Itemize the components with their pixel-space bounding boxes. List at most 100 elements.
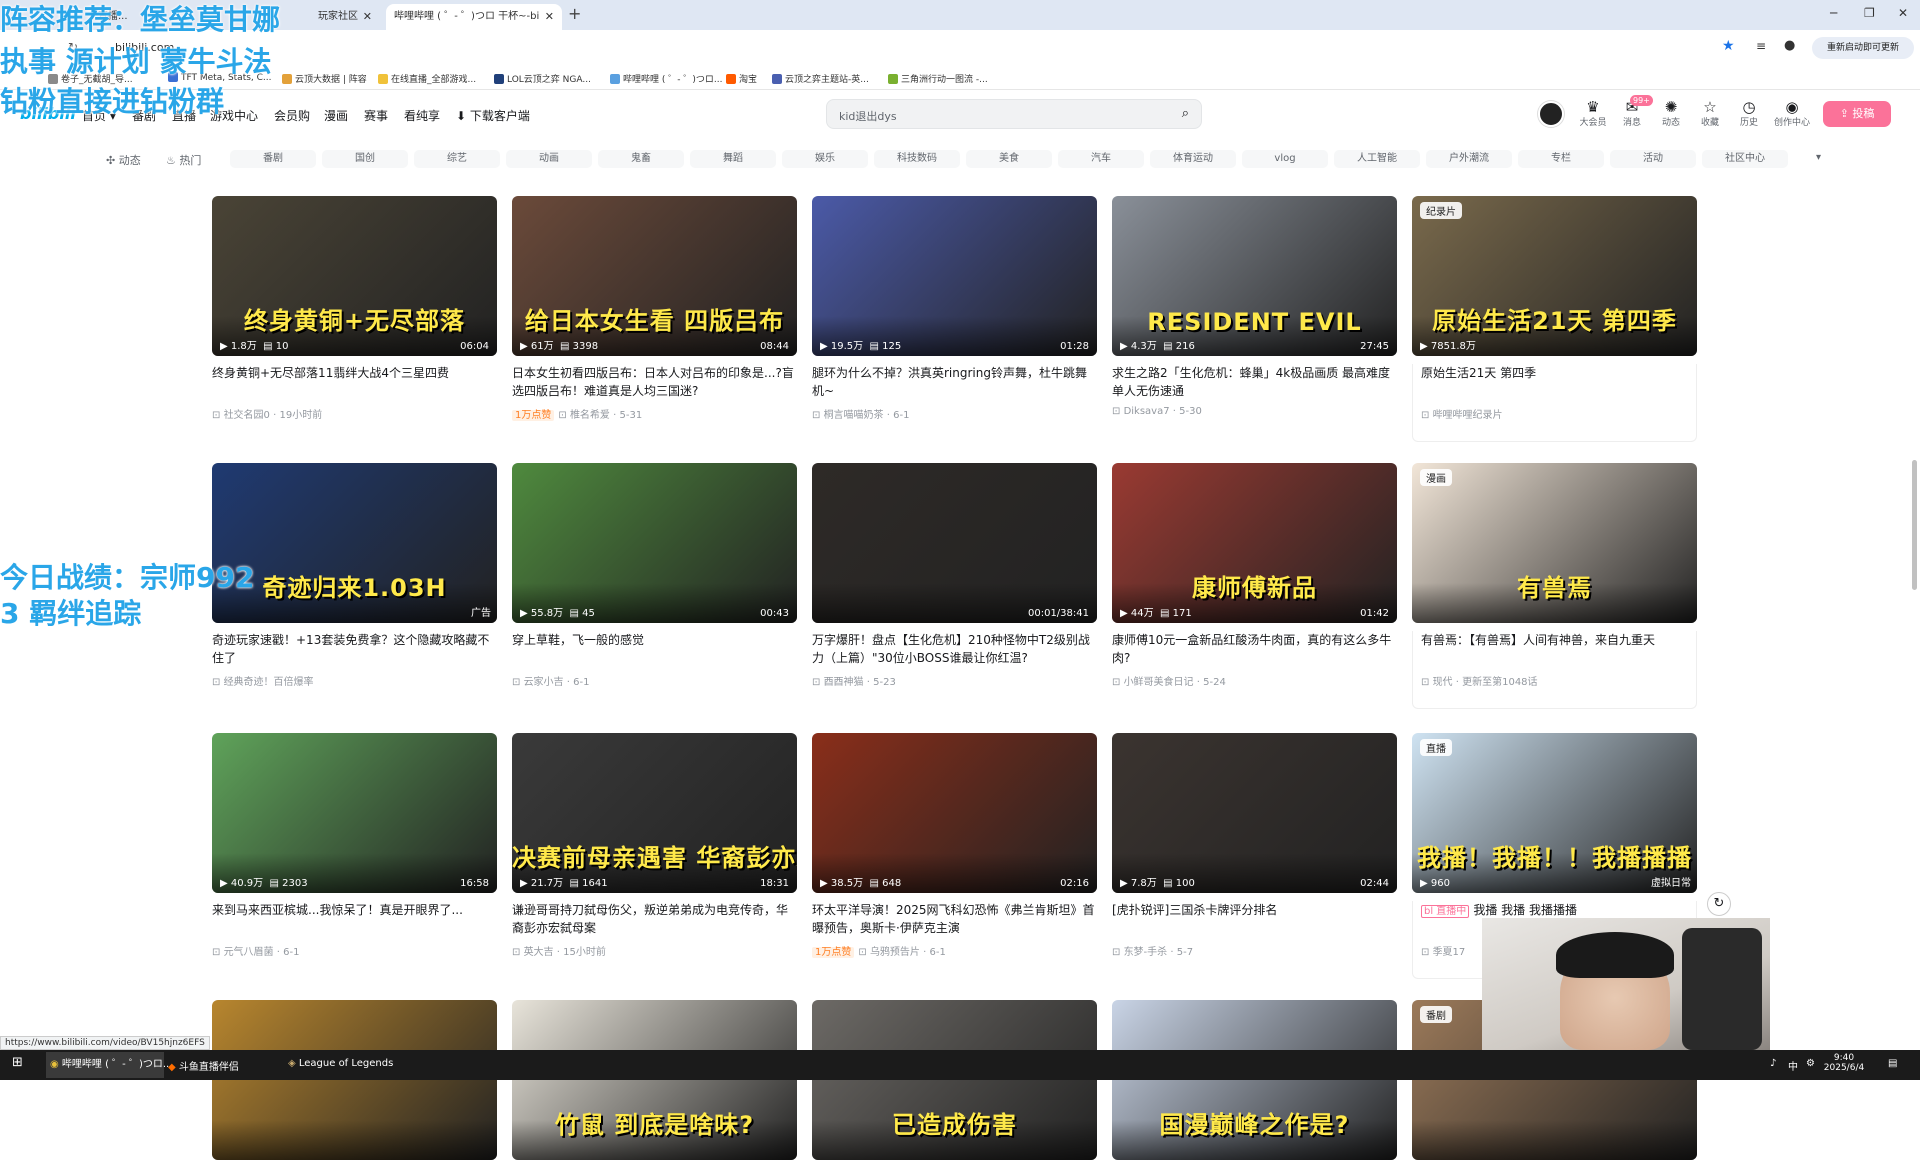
notification-icon[interactable]: ▤ xyxy=(1888,1058,1897,1069)
channel-item[interactable]: 活动 xyxy=(1610,150,1696,168)
author-name[interactable]: 元气八眉菌 xyxy=(224,947,274,958)
nav-esports[interactable]: 赛事 xyxy=(364,107,388,124)
author-name[interactable]: 云家小吉 xyxy=(524,677,564,688)
search-input[interactable]: kid退出dys ⌕ xyxy=(826,99,1202,129)
channel-item[interactable]: 番剧 xyxy=(230,150,316,168)
video-card[interactable]: 竹鼠 到底是啥味? xyxy=(512,1000,797,1160)
video-card[interactable]: ▶ 38.5万 ▤ 648 02:16 环太平洋导演！2025网飞科幻恐怖《弗兰肯斯… xyxy=(812,733,1097,958)
close-icon[interactable]: ✕ xyxy=(363,4,372,30)
video-thumbnail[interactable]: ▶ 19.5万 ▤ 125 01:28 xyxy=(812,196,1097,356)
update-button[interactable]: 重新启动即可更新 xyxy=(1812,37,1914,59)
channel-item[interactable]: 人工智能 xyxy=(1334,150,1420,168)
author-name[interactable]: 东梦-手杀 xyxy=(1124,947,1168,958)
author-name[interactable]: 酉酉神猫 xyxy=(824,677,864,688)
minimize-icon[interactable]: ─ xyxy=(1830,6,1837,20)
nav-manga[interactable]: 漫画 xyxy=(324,107,348,124)
bookmark-item[interactable]: 三角洲行动一图流 -... xyxy=(888,72,988,85)
tray-icon[interactable]: ⚙ xyxy=(1806,1058,1815,1069)
video-card[interactable]: 终身黄铜+无尽部落 ▶ 1.8万 ▤ 10 06:04 终身黄铜+无尽部落11翡绊大战… xyxy=(212,196,497,421)
taskbar-item-lol[interactable]: ◈ League of Legends xyxy=(288,1058,393,1069)
video-title[interactable]: 原始生活21天 第四季 xyxy=(1421,364,1688,400)
video-title[interactable]: 康师傅10元一盒新品红酸汤牛肉面，真的有这么多牛肉? xyxy=(1112,631,1397,667)
video-thumbnail[interactable]: ▶ 55.8万 ▤ 45 00:43 xyxy=(512,463,797,623)
channel-item[interactable]: 美食 xyxy=(966,150,1052,168)
avatar[interactable] xyxy=(1538,101,1564,127)
profile-icon[interactable]: ● xyxy=(1784,38,1795,53)
video-title[interactable]: 来到马来西亚槟城...我惊呆了！真是开眼界了... xyxy=(212,901,497,937)
close-icon[interactable]: ✕ xyxy=(545,4,554,30)
video-title[interactable]: 环太平洋导演！2025网飞科幻恐怖《弗兰肯斯坦》首曝预告，奥斯卡·伊萨克主演 xyxy=(812,901,1097,937)
nav-pure[interactable]: 看纯享 xyxy=(404,107,440,124)
video-title[interactable]: 奇迹玩家速戳！+13套装免费拿？这个隐藏攻略藏不住了 xyxy=(212,631,497,667)
channel-item[interactable]: 鬼畜 xyxy=(598,150,684,168)
author-name[interactable]: 经典奇迹！百倍爆率 xyxy=(224,677,314,688)
channel-hot[interactable]: ♨ 热门 xyxy=(166,152,201,168)
video-thumbnail[interactable]: 康师傅新品 ▶ 44万 ▤ 171 01:42 xyxy=(1112,463,1397,623)
video-thumbnail[interactable]: 竹鼠 到底是啥味? xyxy=(512,1000,797,1160)
bookmark-item[interactable]: 云顶大数据 | 阵容 xyxy=(282,72,367,85)
restore-icon[interactable]: ❐ xyxy=(1864,6,1875,20)
channel-item[interactable]: 国创 xyxy=(322,150,408,168)
video-card[interactable]: ▶ 7.8万 ▤ 100 02:44 [虎扑锐评]三国杀卡牌评分排名 ⊡ 东梦-手杀 … xyxy=(1112,733,1397,958)
video-thumbnail[interactable]: 有兽焉 漫画 xyxy=(1412,463,1697,623)
bookmark-item[interactable]: 在线直播_全部游戏... xyxy=(378,72,476,85)
channel-item[interactable]: 社区中心 xyxy=(1702,150,1788,168)
video-thumbnail[interactable]: 奇迹归来1.03H 广告 xyxy=(212,463,497,623)
author-name[interactable]: 椎名希爱 xyxy=(570,410,610,421)
nav-vip-shop[interactable]: 会员购 xyxy=(274,107,310,124)
channel-item[interactable]: 娱乐 xyxy=(782,150,868,168)
window-close-icon[interactable]: ✕ xyxy=(1898,6,1908,20)
history-button[interactable]: ◷ 历史 xyxy=(1734,99,1764,128)
video-card[interactable]: 原始生活21天 第四季 纪录片 ▶ 7851.8万 原始生活21天 第四季 ⊡ 哔哩哔… xyxy=(1412,196,1697,442)
channel-item[interactable]: 汽车 xyxy=(1058,150,1144,168)
video-thumbnail[interactable]: ▶ 40.9万 ▤ 2303 16:58 xyxy=(212,733,497,893)
refresh-feed-button[interactable]: ↻ xyxy=(1707,892,1731,916)
author-name[interactable]: Diksava7 xyxy=(1124,406,1170,417)
channel-item[interactable]: 体育运动 xyxy=(1150,150,1236,168)
tab-bilibili[interactable]: 哔哩哔哩 ( ゜- ゜)つロ 干杯~-bi ✕ xyxy=(386,4,562,30)
video-thumbnail[interactable]: 已造成伤害 xyxy=(812,1000,1097,1160)
creator-center-button[interactable]: ◉ 创作中心 xyxy=(1773,99,1811,128)
author-name[interactable]: 现代 · 更新至第1048话 xyxy=(1433,677,1538,688)
video-card[interactable]: 已造成伤害 xyxy=(812,1000,1097,1160)
bookmark-item[interactable]: 淘宝 xyxy=(726,72,757,85)
video-title[interactable]: 终身黄铜+无尽部落11翡绊大战4个三星四费 xyxy=(212,364,497,400)
nav-download-client[interactable]: ⬇ 下载客户端 xyxy=(456,107,530,124)
ime-indicator[interactable]: 中 xyxy=(1788,1058,1798,1073)
author-name[interactable]: 季夏17 xyxy=(1433,947,1466,958)
video-card[interactable]: ▶ 19.5万 ▤ 125 01:28 腿环为什么不掉？洪真英ringring铃声舞… xyxy=(812,196,1097,421)
video-title[interactable]: 腿环为什么不掉？洪真英ringring铃声舞，杜牛跳舞机~ xyxy=(812,364,1097,400)
volume-icon[interactable]: ♪ xyxy=(1770,1058,1776,1069)
video-card[interactable]: ▶ 40.9万 ▤ 2303 16:58 来到马来西亚槟城...我惊呆了！真是开眼界… xyxy=(212,733,497,958)
video-thumbnail[interactable]: ▶ 38.5万 ▤ 648 02:16 xyxy=(812,733,1097,893)
video-title[interactable]: 日本女生初看四版吕布：日本人对吕布的印象是...?盲选四版吕布！难道真是人均三国… xyxy=(512,364,797,400)
video-title[interactable]: 求生之路2「生化危机：蜂巢」4k极品画质 最高难度 单人无伤速通 xyxy=(1112,364,1397,400)
video-thumbnail[interactable]: 国漫巅峰之作是? xyxy=(1112,1000,1397,1160)
bookmark-item[interactable]: 哔哩哔哩 ( ゜- ゜)つロ... xyxy=(610,72,722,85)
author-name[interactable]: 桐言喵喵奶茶 xyxy=(824,410,884,421)
video-card[interactable]: 给日本女生看 四版吕布 ▶ 61万 ▤ 3398 08:44 日本女生初看四版吕布：日… xyxy=(512,196,797,421)
taskbar-item-douyu[interactable]: ◆ 斗鱼直播伴侣 xyxy=(168,1058,239,1073)
video-card[interactable]: 有兽焉 漫画 有兽焉：【有兽焉】人间有神兽，来自九重天 ⊡ 现代 · 更新至第1048… xyxy=(1412,463,1697,709)
video-thumbnail[interactable]: RESIDENT EVIL ▶ 4.3万 ▤ 216 27:45 xyxy=(1112,196,1397,356)
new-tab-icon[interactable]: + xyxy=(568,4,581,23)
chevron-down-icon[interactable]: ▾ xyxy=(1816,152,1821,163)
author-name[interactable]: 英大吉 xyxy=(524,947,554,958)
video-thumbnail[interactable]: 终身黄铜+无尽部落 ▶ 1.8万 ▤ 10 06:04 xyxy=(212,196,497,356)
channel-item[interactable]: 专栏 xyxy=(1518,150,1604,168)
video-thumbnail[interactable] xyxy=(212,1000,497,1160)
author-name[interactable]: 哔哩哔哩纪录片 xyxy=(1433,410,1503,421)
author-name[interactable]: 小鲜哥美食日记 xyxy=(1124,677,1194,688)
video-card[interactable]: 国漫巅峰之作是? xyxy=(1112,1000,1397,1160)
search-icon[interactable]: ⌕ xyxy=(1182,106,1189,121)
video-thumbnail[interactable]: 我播！我播！！我播播播 直播 ▶ 960 虚拟日常 xyxy=(1412,733,1697,893)
video-card[interactable]: 康师傅新品 ▶ 44万 ▤ 171 01:42 康师傅10元一盒新品红酸汤牛肉面，真的… xyxy=(1112,463,1397,688)
vip-button[interactable]: ♛ 大会员 xyxy=(1578,99,1608,128)
taskbar-item-browser[interactable]: ◉ 哔哩哔哩 ( ゜- ゜)つロ... xyxy=(46,1052,172,1078)
video-card[interactable]: ▶ 55.8万 ▤ 45 00:43 穿上草鞋，飞一般的感觉 ⊡ 云家小吉 · 6-1 xyxy=(512,463,797,688)
channel-item[interactable]: vlog xyxy=(1242,150,1328,168)
author-name[interactable]: 社交名园0 xyxy=(224,410,270,421)
video-thumbnail[interactable]: ▶ 7.8万 ▤ 100 02:44 xyxy=(1112,733,1397,893)
video-title[interactable]: [虎扑锐评]三国杀卡牌评分排名 xyxy=(1112,901,1397,937)
channel-item[interactable]: 户外潮流 xyxy=(1426,150,1512,168)
